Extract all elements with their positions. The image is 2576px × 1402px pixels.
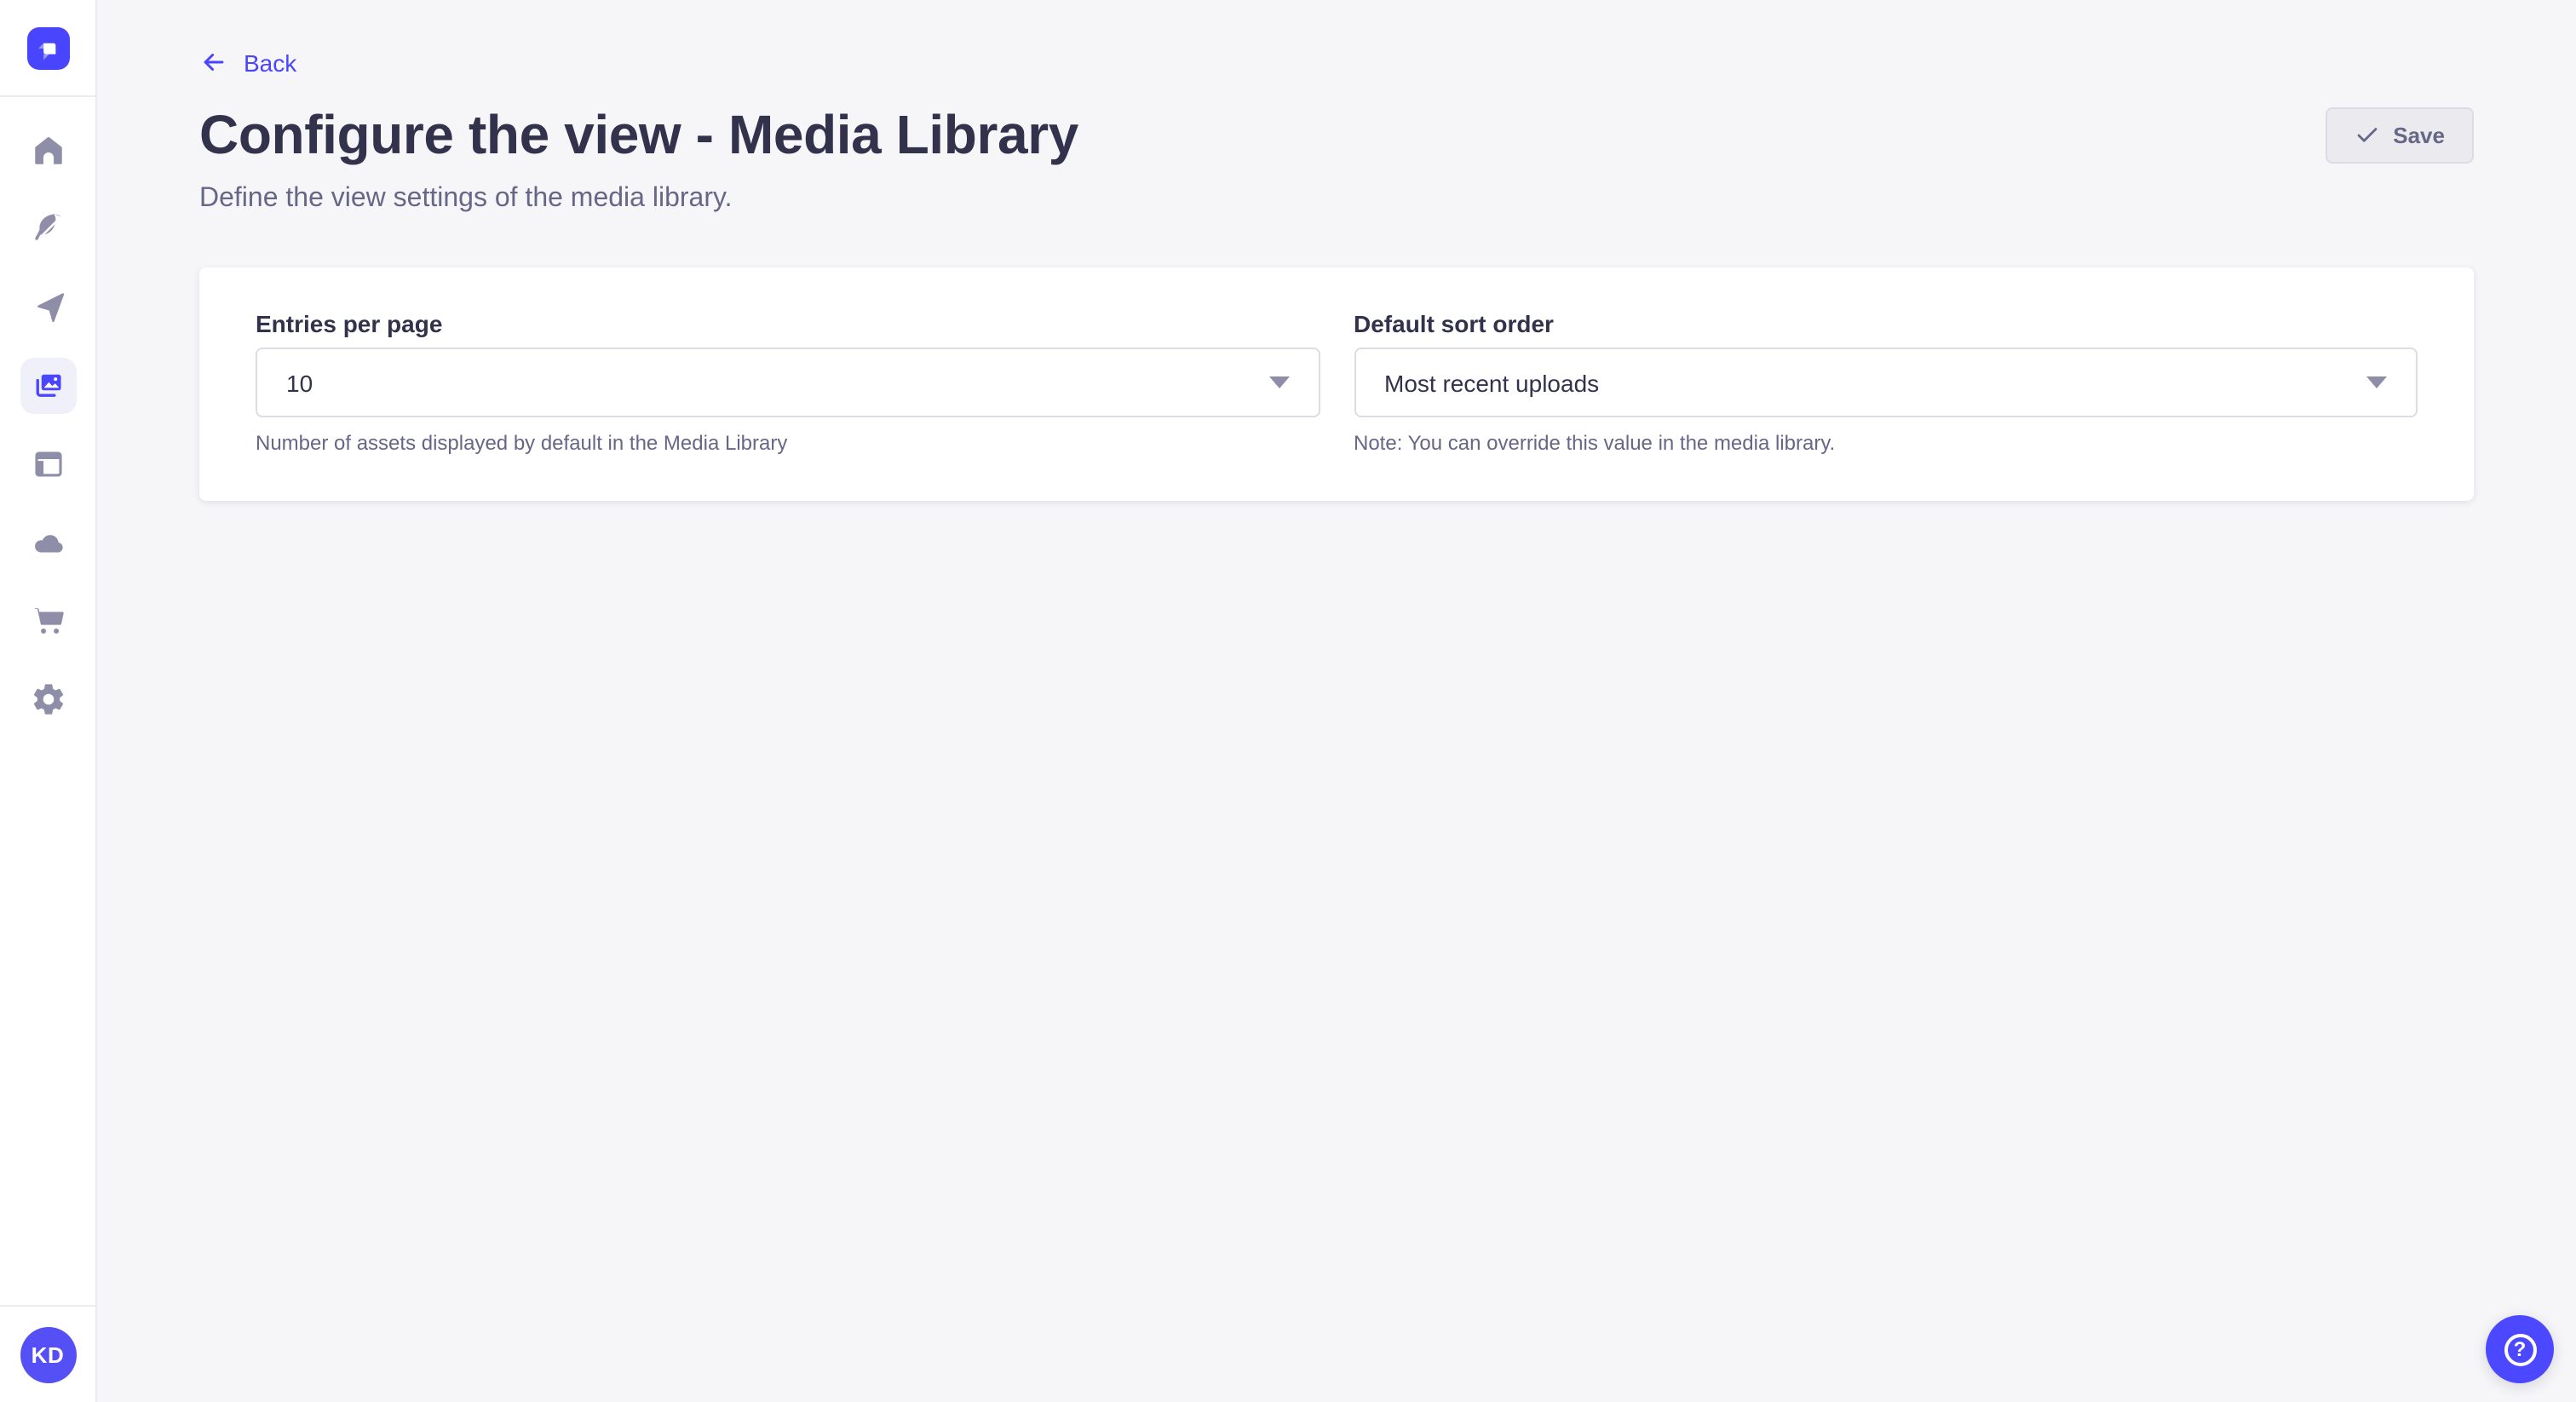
entries-per-page-value: 10 (286, 369, 313, 396)
back-label: Back (244, 49, 296, 76)
sidebar-item-cloud[interactable] (20, 514, 76, 571)
entries-per-page-label: Entries per page (256, 310, 1320, 337)
chevron-down-icon (1268, 376, 1289, 388)
main-nav-sidebar: KD (0, 0, 97, 1402)
settings-card: Entries per page 10 Number of assets dis… (199, 267, 2474, 501)
header-row: Configure the view - Media Library Save (199, 101, 2474, 169)
feather-icon (30, 211, 66, 247)
sidebar-item-media-library[interactable] (20, 358, 76, 414)
sidebar-item-settings[interactable] (20, 671, 76, 727)
question-mark-icon: ? (2504, 1333, 2536, 1365)
field-entries-per-page: Entries per page 10 Number of assets dis… (256, 310, 1320, 457)
default-sort-order-value: Most recent uploads (1384, 369, 1599, 396)
page-subtitle: Define the view settings of the media li… (199, 179, 2474, 220)
save-button-label: Save (2393, 122, 2445, 147)
home-icon (30, 133, 66, 169)
field-default-sort-order: Default sort order Most recent uploads N… (1354, 310, 2418, 457)
sidebar-item-marketplace[interactable] (20, 593, 76, 649)
pictures-icon (30, 368, 66, 404)
sidebar-item-content-type-builder[interactable] (20, 436, 76, 492)
user-avatar[interactable]: KD (20, 1326, 76, 1382)
sidebar-item-home[interactable] (20, 123, 76, 179)
sidebar-item-content-manager[interactable] (20, 201, 76, 257)
default-sort-order-label: Default sort order (1354, 310, 2418, 337)
chevron-down-icon (2366, 376, 2387, 388)
check-icon (2354, 122, 2379, 147)
layout-icon (30, 446, 66, 482)
page-title: Configure the view - Media Library (199, 101, 1078, 169)
gear-icon (30, 681, 66, 717)
sidebar-user-section: KD (0, 1305, 95, 1402)
settings-field-grid: Entries per page 10 Number of assets dis… (256, 310, 2418, 457)
cloud-icon (30, 525, 66, 560)
app-window: KD Back Configure the view - Media Libra… (0, 0, 2576, 1402)
paper-plane-icon (30, 290, 66, 325)
cart-icon (30, 603, 66, 639)
arrow-left-icon (199, 48, 228, 77)
default-sort-order-select[interactable]: Most recent uploads (1354, 348, 2418, 417)
nav-icon-list (0, 97, 95, 1305)
strapi-logo-icon[interactable] (26, 26, 69, 69)
entries-per-page-select[interactable]: 10 (256, 348, 1320, 417)
help-button[interactable]: ? (2486, 1315, 2554, 1383)
logo-section (0, 0, 95, 97)
save-button[interactable]: Save (2325, 106, 2474, 163)
default-sort-order-hint: Note: You can override this value in the… (1354, 429, 2418, 457)
back-link[interactable]: Back (199, 48, 296, 77)
main-content: Back Configure the view - Media Library … (97, 0, 2576, 1402)
sidebar-item-deploy[interactable] (20, 279, 76, 336)
entries-per-page-hint: Number of assets displayed by default in… (256, 429, 1320, 457)
